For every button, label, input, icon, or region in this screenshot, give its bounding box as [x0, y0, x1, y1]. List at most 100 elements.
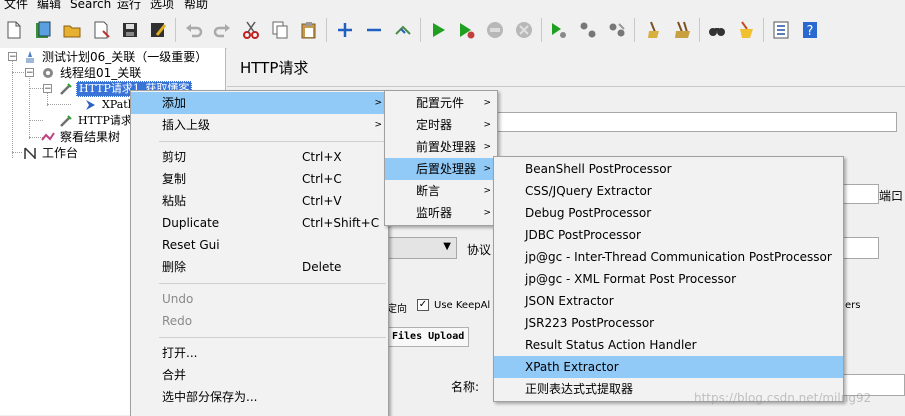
protocol-label: 协议 [467, 243, 492, 257]
collapse-toggle[interactable]: − [25, 68, 34, 78]
menu-item-add[interactable]: 添加 > [131, 92, 388, 114]
remote-exit-icon[interactable] [606, 19, 628, 41]
menu-edit[interactable]: 编辑 [37, 0, 61, 11]
name-label: 名称: [451, 380, 480, 394]
menu-item-undo[interactable]: Undo [131, 288, 388, 310]
menu-item-save-selection[interactable]: 选中部分保存为... [131, 386, 388, 408]
open-icon[interactable] [61, 19, 83, 41]
menu-item-jsr223-postprocessor[interactable]: JSR223 PostProcessor [494, 312, 843, 334]
shutdown-icon[interactable] [513, 19, 535, 41]
post-processor-submenu: BeanShell PostProcessor CSS/JQuery Extra… [493, 156, 844, 402]
content-encoding-field[interactable] [843, 237, 879, 259]
chevron-right-icon: > [483, 208, 491, 218]
stop-icon[interactable] [484, 19, 506, 41]
page-title: HTTP请求 [240, 59, 309, 77]
chevron-right-icon: > [374, 98, 382, 108]
menu-item-copy[interactable]: 复制 Ctrl+C [131, 168, 388, 190]
chevron-right-icon: > [483, 120, 491, 130]
reset-search-icon[interactable] [735, 19, 757, 41]
function-helper-icon[interactable] [770, 19, 792, 41]
chevron-right-icon: > [483, 98, 491, 108]
tree-node-test-plan[interactable]: 测试计划06_关联（一级重要） [22, 49, 209, 64]
menu-item-merge[interactable]: 合并 [131, 364, 388, 386]
redirect-label: 定向 [387, 304, 407, 315]
menu-item-json-extractor[interactable]: JSON Extractor [494, 290, 843, 312]
keepalive-label: Use KeepAl [434, 300, 491, 311]
tree-node-http-request-2[interactable]: HTTP请求 [58, 113, 134, 128]
toggle-icon[interactable] [392, 19, 414, 41]
add-submenu: 配置元件 > 定时器 > 前置处理器 > 后置处理器 > 断言 > 监听器 > [384, 90, 498, 226]
menu-item-delete[interactable]: 删除 Delete [131, 256, 388, 278]
menu-file[interactable]: 文件 [4, 0, 28, 11]
pipette-icon [58, 81, 74, 96]
keepalive-checkbox[interactable]: ✓ [417, 299, 429, 311]
menu-item-config-element[interactable]: 配置元件 > [385, 92, 497, 114]
search-icon[interactable] [706, 19, 728, 41]
paste-icon[interactable] [298, 19, 320, 41]
menu-run[interactable]: 运行 [117, 0, 141, 11]
expand-all-icon[interactable] [334, 19, 356, 41]
menu-item-inter-thread-postprocessor[interactable]: jp@gc - Inter-Thread Communication PostP… [494, 246, 843, 268]
menu-item-duplicate[interactable]: Duplicate Ctrl+Shift+C [131, 212, 388, 234]
tree-node-view-results[interactable]: 察看结果树 [40, 129, 122, 144]
chevron-right-icon: > [483, 186, 491, 196]
chevron-right-icon: > [483, 164, 491, 174]
collapse-toggle[interactable]: − [8, 52, 17, 62]
menu-item-cut[interactable]: 剪切 Ctrl+X [131, 146, 388, 168]
start-no-pause-icon[interactable] [455, 19, 477, 41]
menu-item-xpath-extractor[interactable]: XPath Extractor [494, 356, 843, 378]
save-icon[interactable] [119, 19, 141, 41]
menu-item-assertion[interactable]: 断言 > [385, 180, 497, 202]
tree-node-thread-group[interactable]: 线程组01_关联 [40, 65, 143, 80]
svg-text:?: ? [807, 24, 814, 39]
menu-item-timer[interactable]: 定时器 > [385, 114, 497, 136]
tree-node-workbench[interactable]: 工作台 [22, 145, 80, 160]
pipette-icon [58, 113, 74, 128]
menu-item-reset-gui[interactable]: Reset Gui [131, 234, 388, 256]
menu-item-xml-format-postprocessor[interactable]: jp@gc - XML Format Post Processor [494, 268, 843, 290]
server-field[interactable] [843, 184, 879, 204]
remote-start-icon[interactable] [548, 19, 570, 41]
menu-help[interactable]: 帮助 [184, 0, 208, 11]
menu-item-open[interactable]: 打开... [131, 342, 388, 364]
save-as-icon[interactable] [147, 19, 169, 41]
start-icon[interactable] [427, 19, 449, 41]
templates-icon[interactable] [32, 19, 54, 41]
copy-icon[interactable] [269, 19, 291, 41]
clear-all-icon[interactable] [671, 19, 693, 41]
collapse-all-icon[interactable] [363, 19, 385, 41]
redo-icon[interactable] [211, 19, 233, 41]
implementation-select[interactable]: ▼ [387, 237, 457, 259]
chart-icon [40, 129, 56, 144]
menu-item-debug-postprocessor[interactable]: Debug PostProcessor [494, 202, 843, 224]
collapse-toggle[interactable]: − [43, 84, 52, 94]
test-plan-icon [22, 49, 38, 64]
cut-icon[interactable] [240, 19, 262, 41]
clear-icon[interactable] [642, 19, 664, 41]
menu-item-paste[interactable]: 粘贴 Ctrl+V [131, 190, 388, 212]
menu-item-css-jquery-extractor[interactable]: CSS/JQuery Extractor [494, 180, 843, 202]
menu-item-jdbc-postprocessor[interactable]: JDBC PostProcessor [494, 224, 843, 246]
menu-item-insert-parent[interactable]: 插入上级 > [131, 114, 388, 136]
menu-search[interactable]: Search [70, 0, 111, 11]
headers-label: ers [845, 300, 861, 311]
menu-item-result-status-handler[interactable]: Result Status Action Handler [494, 334, 843, 356]
tab-files-upload[interactable]: Files Upload [387, 327, 469, 347]
help-icon[interactable]: ? [799, 19, 821, 41]
chevron-right-icon: > [374, 120, 382, 130]
tree-node-xpath[interactable]: XPath [82, 97, 137, 112]
undo-icon[interactable] [183, 19, 205, 41]
menu-options[interactable]: 选项 [150, 0, 174, 11]
menu-item-listener[interactable]: 监听器 > [385, 202, 497, 224]
menu-item-redo[interactable]: Redo [131, 310, 388, 332]
toolbar: ? [0, 12, 905, 49]
menu-item-pre-processor[interactable]: 前置处理器 > [385, 136, 497, 158]
close-file-icon[interactable] [90, 19, 112, 41]
chevron-down-icon: ▼ [443, 241, 451, 252]
menu-item-beanshell-postprocessor[interactable]: BeanShell PostProcessor [494, 158, 843, 180]
watermark: https://blog.csdn.net/milng92 [694, 391, 872, 405]
context-menu: 添加 > 插入上级 > 剪切 Ctrl+X 复制 Ctrl+C 粘贴 Ctrl+V Dup… [130, 90, 389, 416]
menu-item-post-processor[interactable]: 后置处理器 > [385, 158, 497, 180]
new-icon[interactable] [3, 19, 25, 41]
remote-stop-icon[interactable] [577, 19, 599, 41]
